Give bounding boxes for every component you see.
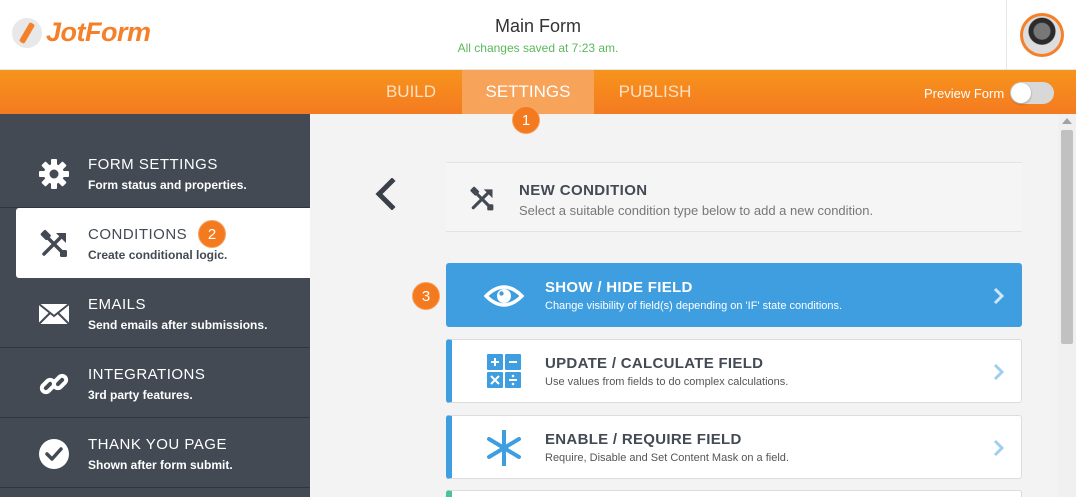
sidebar-item-subtitle: Form status and properties.: [88, 178, 247, 192]
preview-toggle[interactable]: [1010, 82, 1055, 104]
envelope-icon: [38, 303, 70, 325]
condition-type-title: ENABLE / REQUIRE FIELD: [545, 431, 742, 448]
asterisk-icon: [487, 430, 521, 466]
new-condition-header: NEW CONDITION Select a suitable conditio…: [446, 162, 1022, 232]
settings-sidebar: FORM SETTINGS Form status and properties…: [0, 114, 310, 497]
condition-type-card-partial[interactable]: [446, 490, 1022, 497]
condition-type-show-hide-field[interactable]: SHOW / HIDE FIELD Change visibility of f…: [446, 263, 1022, 327]
sidebar-item-subtitle: Create conditional logic.: [88, 248, 228, 262]
chevron-right-icon: [993, 439, 1005, 457]
sidebar-item-form-settings[interactable]: FORM SETTINGS Form status and properties…: [0, 138, 310, 208]
eye-icon: [484, 285, 524, 307]
conditions-icon: [470, 186, 494, 211]
sidebar-item-title: THANK YOU PAGE: [88, 436, 227, 453]
check-circle-icon: [39, 439, 69, 469]
sidebar-item-title: EMAILS: [88, 296, 147, 313]
main-tabs-bar: BUILD SETTINGS PUBLISH Preview Form: [0, 70, 1076, 114]
condition-type-description: Use values from fields to do complex cal…: [545, 376, 789, 388]
condition-type-title: SHOW / HIDE FIELD: [545, 279, 693, 296]
chevron-right-icon: [993, 363, 1005, 381]
new-condition-subtitle: Select a suitable condition type below t…: [519, 203, 874, 218]
sidebar-item-emails[interactable]: EMAILS Send emails after submissions.: [0, 278, 310, 348]
sidebar-item-subtitle: Shown after form submit.: [88, 458, 233, 472]
scrollbar-thumb[interactable]: [1061, 130, 1073, 344]
new-condition-title: NEW CONDITION: [519, 182, 648, 199]
sidebar-item-conditions[interactable]: CONDITIONS Create conditional logic.: [16, 208, 310, 278]
condition-type-description: Require, Disable and Set Content Mask on…: [545, 452, 789, 464]
tab-build[interactable]: BUILD: [360, 70, 462, 114]
preview-form-control[interactable]: Preview Form: [924, 82, 1055, 104]
preview-form-label: Preview Form: [924, 85, 1005, 101]
calculator-icon: [487, 354, 521, 388]
user-avatar[interactable]: [1020, 13, 1064, 57]
gear-icon: [39, 159, 69, 189]
form-title[interactable]: Main Form: [0, 16, 1076, 37]
step-badge-2: 2: [198, 220, 226, 248]
sidebar-item-thank-you-page[interactable]: THANK YOU PAGE Shown after form submit.: [0, 418, 310, 488]
app-header: JotForm Main Form All changes saved at 7…: [0, 0, 1076, 70]
sidebar-item-title: FORM SETTINGS: [88, 156, 218, 173]
scrollbar[interactable]: [1058, 114, 1076, 497]
sidebar-item-subtitle: 3rd party features.: [88, 388, 193, 402]
scroll-up-arrow-icon[interactable]: [1062, 118, 1072, 124]
condition-type-update-calculate-field[interactable]: UPDATE / CALCULATE FIELD Use values from…: [446, 339, 1022, 403]
condition-type-title: UPDATE / CALCULATE FIELD: [545, 355, 764, 372]
condition-type-description: Change visibility of field(s) depending …: [545, 300, 843, 312]
back-chevron-icon[interactable]: [372, 178, 398, 210]
condition-type-enable-require-field[interactable]: ENABLE / REQUIRE FIELD Require, Disable …: [446, 415, 1022, 479]
chevron-right-icon: [993, 287, 1005, 305]
step-badge-1: 1: [512, 106, 540, 134]
tab-publish[interactable]: PUBLISH: [594, 70, 716, 114]
sidebar-item-title: INTEGRATIONS: [88, 366, 206, 383]
sidebar-item-subtitle: Send emails after submissions.: [88, 318, 268, 332]
conditions-icon: [40, 229, 67, 257]
step-badge-3: 3: [412, 282, 440, 310]
chain-link-icon: [39, 373, 69, 395]
sidebar-item-integrations[interactable]: INTEGRATIONS 3rd party features.: [0, 348, 310, 418]
save-status: All changes saved at 7:23 am.: [457, 41, 619, 55]
sidebar-item-title: CONDITIONS: [88, 226, 188, 243]
